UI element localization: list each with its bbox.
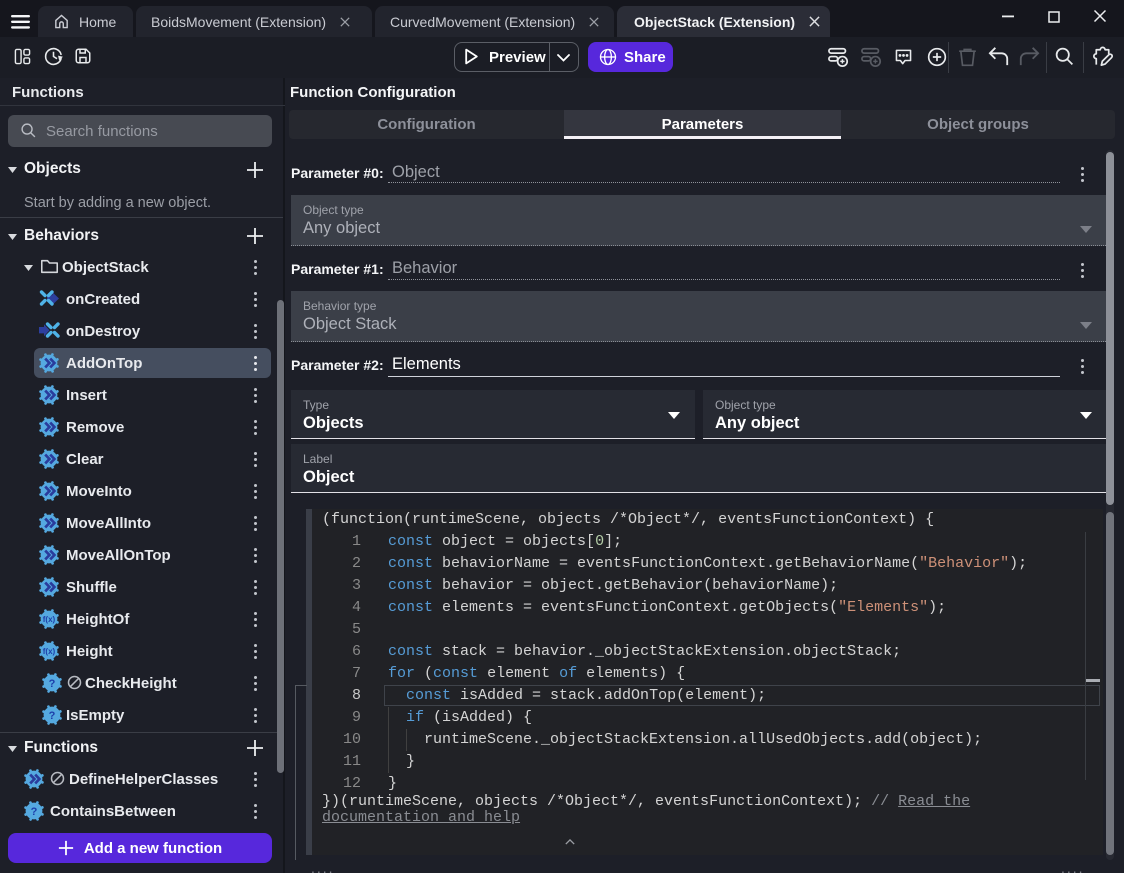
- svg-text:f(x): f(x): [43, 647, 56, 656]
- svg-text:?: ?: [31, 806, 38, 818]
- svg-text:?: ?: [49, 710, 56, 722]
- svg-text:?: ?: [49, 678, 56, 690]
- svg-text:f(x): f(x): [43, 615, 56, 624]
